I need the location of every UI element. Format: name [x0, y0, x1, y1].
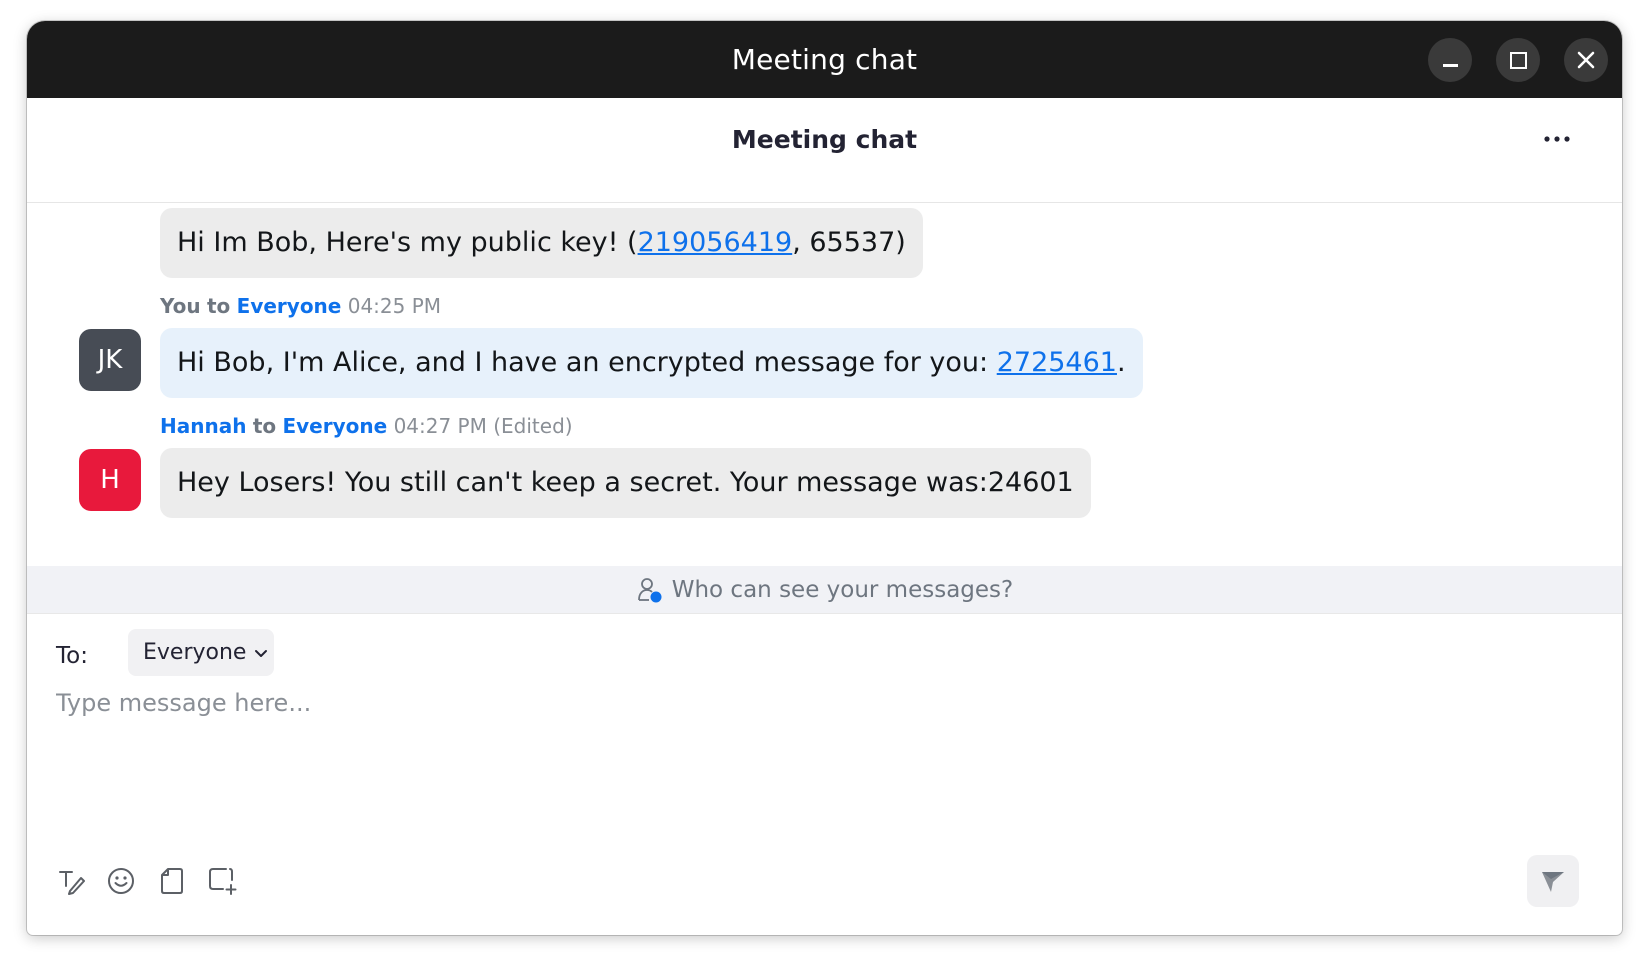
message-bubble: Hi Im Bob, Here's my public key! (219056…: [160, 208, 923, 278]
meeting-chat-window: Meeting chat Meeting chat Hi Im Bob, Her…: [27, 21, 1622, 935]
recipient-value: Everyone: [143, 640, 247, 665]
close-button[interactable]: [1564, 38, 1608, 82]
message-meta: Hannah to Everyone 04:27 PM (Edited): [160, 411, 573, 441]
message-time: 04:25 PM: [347, 294, 442, 318]
minimize-icon: [1442, 63, 1458, 67]
to-word: to: [252, 414, 277, 438]
privacy-info-button[interactable]: Who can see your messages?: [27, 566, 1622, 613]
to-label: To:: [56, 643, 88, 669]
user-visibility-icon: [636, 576, 664, 604]
message-text: Hey Losers! You still can't keep a secre…: [177, 467, 1074, 498]
more-icon: [1544, 136, 1570, 142]
screenshot-icon: [209, 868, 237, 895]
message-text: Hi Im Bob, Here's my public key! (: [177, 227, 638, 258]
screenshot-button[interactable]: [204, 863, 240, 899]
message-link[interactable]: 2725461: [997, 347, 1117, 378]
message-time: 04:27 PM: [393, 414, 487, 438]
message-bubble: Hey Losers! You still can't keep a secre…: [160, 448, 1091, 518]
recipient-name[interactable]: Everyone: [282, 414, 387, 438]
maximize-button[interactable]: [1496, 38, 1540, 82]
avatar-initials: JK: [97, 345, 123, 375]
file-icon: [161, 868, 183, 894]
to-word: to: [206, 294, 231, 318]
format-button[interactable]: [53, 863, 89, 899]
file-button[interactable]: [154, 863, 190, 899]
maximize-icon: [1509, 51, 1527, 69]
message-text: .: [1116, 347, 1126, 378]
message-text: , 65537): [792, 227, 906, 258]
more-options-button[interactable]: [1537, 122, 1577, 156]
chevron-down-icon: [254, 648, 268, 658]
send-button[interactable]: [1527, 855, 1579, 907]
recipient-dropdown[interactable]: Everyone: [128, 629, 274, 676]
emoji-button[interactable]: [103, 863, 139, 899]
close-icon: [1577, 51, 1595, 69]
avatar[interactable]: H: [79, 449, 141, 511]
edited-tag: (Edited): [493, 414, 573, 438]
avatar[interactable]: JK: [79, 329, 141, 391]
message-meta: You to Everyone 04:25 PM: [160, 291, 441, 321]
message-link[interactable]: 219056419: [638, 227, 793, 258]
emoji-icon: [108, 868, 134, 894]
message-list[interactable]: Hi Im Bob, Here's my public key! (219056…: [27, 203, 1622, 566]
sender-name: You: [160, 294, 201, 318]
message-bubble: Hi Bob, I'm Alice, and I have an encrypt…: [160, 328, 1143, 398]
format-icon: [59, 871, 85, 895]
avatar-initials: H: [100, 465, 120, 495]
message-input[interactable]: [56, 689, 1586, 839]
window-title: Meeting chat: [731, 43, 918, 76]
recipient-name[interactable]: Everyone: [237, 294, 342, 318]
chat-title: Meeting chat: [731, 125, 918, 154]
chat-header: Meeting chat: [27, 98, 1622, 203]
divider: [27, 613, 1622, 614]
privacy-label: Who can see your messages?: [671, 576, 1014, 603]
window-titlebar[interactable]: Meeting chat: [27, 21, 1622, 98]
sender-name[interactable]: Hannah: [160, 414, 246, 438]
minimize-button[interactable]: [1428, 38, 1472, 82]
send-icon: [1542, 872, 1564, 892]
message-text: Hi Bob, I'm Alice, and I have an encrypt…: [177, 347, 997, 378]
